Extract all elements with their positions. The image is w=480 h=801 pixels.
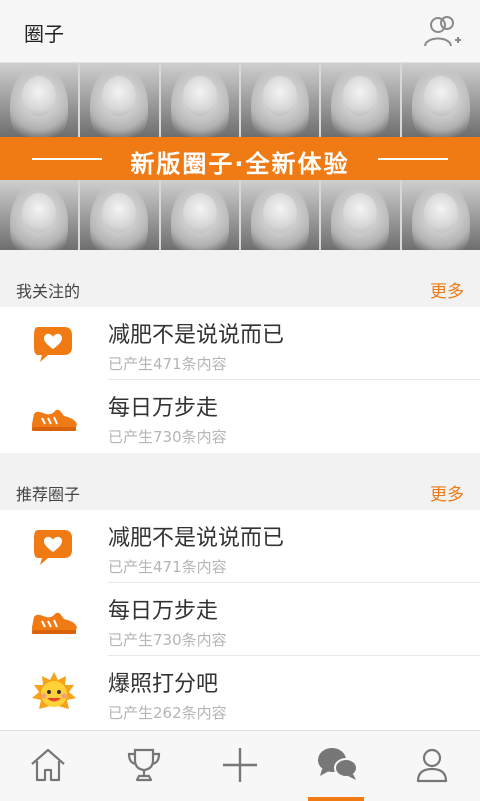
home-icon [31, 748, 65, 782]
followed-section-title: 我关注的 [16, 282, 81, 301]
bottom-tab-bar [0, 730, 480, 801]
recommended-more-link[interactable]: 更多 [430, 480, 464, 505]
trophy-icon [127, 748, 161, 782]
sneaker-icon [28, 599, 80, 641]
heart-bubble-icon [28, 526, 80, 568]
banner-photo [401, 180, 480, 250]
plus-icon [223, 748, 257, 782]
tab-ranking[interactable] [96, 731, 192, 801]
banner-photo [401, 63, 480, 137]
circle-item-daily-steps[interactable]: 每日万步走 已产生730条内容 [0, 583, 480, 656]
circle-name: 每日万步走 [108, 396, 219, 421]
banner-photo [321, 180, 402, 250]
banner-photo [321, 63, 402, 137]
banner-photo-strip-bottom [0, 180, 480, 250]
banner-slogan-band: 新版圈子·全新体验 [0, 137, 480, 180]
followed-more-link[interactable]: 更多 [430, 277, 464, 302]
circle-name: 每日万步走 [108, 599, 219, 624]
banner-photo [240, 63, 322, 137]
banner-photo [240, 180, 322, 250]
recommended-list: 减肥不是说说而已 已产生471条内容 每日万步走 已产生730条内容 爆照打分吧… [0, 510, 480, 730]
tab-publish[interactable] [192, 731, 288, 801]
circle-post-count: 已产生471条内容 [108, 355, 227, 373]
sneaker-icon [28, 396, 80, 438]
circle-post-count: 已产生730条内容 [108, 631, 227, 649]
banner-photo [160, 63, 241, 137]
circle-post-count: 已产生471条内容 [108, 558, 227, 576]
banner-photo [80, 180, 161, 250]
sun-face-icon [28, 672, 80, 714]
recommended-section-header: 推荐圈子 更多 [0, 468, 480, 510]
banner-photo [0, 63, 81, 137]
banner-photo [80, 63, 161, 137]
circle-item-weight-loss[interactable]: 减肥不是说说而已 已产生471条内容 [0, 307, 480, 380]
add-friend-icon[interactable] [422, 14, 462, 50]
chat-bubbles-icon [318, 748, 358, 780]
recommended-section-title: 推荐圈子 [16, 485, 81, 504]
banner-photo [0, 180, 81, 250]
circle-name: 减肥不是说说而已 [108, 323, 285, 348]
circle-item-weight-loss[interactable]: 减肥不是说说而已 已产生471条内容 [0, 510, 480, 583]
circle-item-daily-steps[interactable]: 每日万步走 已产生730条内容 [0, 380, 480, 453]
banner-photo [160, 180, 241, 250]
circle-item-photo-rating[interactable]: 爆照打分吧 已产生262条内容 [0, 656, 480, 729]
tab-home[interactable] [0, 731, 96, 801]
circle-name: 减肥不是说说而已 [108, 526, 285, 551]
page-title: 圈子 [24, 22, 64, 46]
top-bar: 圈子 [0, 0, 480, 63]
profile-icon [416, 748, 448, 783]
slogan-divider-right [378, 158, 448, 160]
promo-banner[interactable]: 新版圈子·全新体验 [0, 63, 480, 250]
tab-circles[interactable] [288, 731, 384, 801]
active-tab-indicator [308, 797, 364, 801]
circle-name: 爆照打分吧 [108, 672, 219, 697]
banner-slogan: 新版圈子·全新体验 [130, 150, 350, 178]
tab-profile[interactable] [384, 731, 480, 801]
heart-bubble-icon [28, 323, 80, 365]
banner-photo-strip-top [0, 63, 480, 137]
followed-list: 减肥不是说说而已 已产生471条内容 每日万步走 已产生730条内容 [0, 307, 480, 453]
circle-post-count: 已产生730条内容 [108, 428, 227, 446]
followed-section-header: 我关注的 更多 [0, 265, 480, 307]
circle-post-count: 已产生262条内容 [108, 704, 227, 722]
